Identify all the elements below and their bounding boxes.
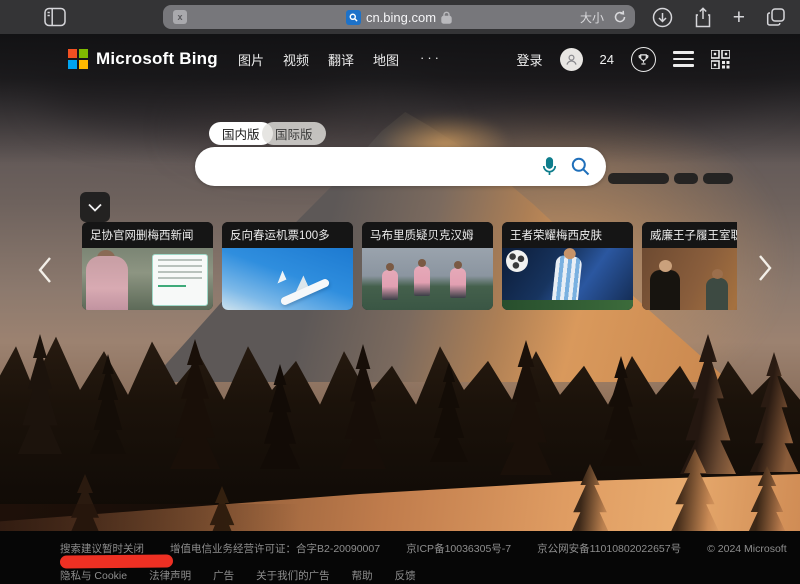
card-title: 威廉王子履王室职责 [642,222,737,248]
screen: x cn.bing.com 大小 [0,0,800,584]
qr-code-icon[interactable] [711,50,730,69]
card-image-royals [642,248,737,310]
nav-videos[interactable]: 视频 [283,50,309,69]
trending-card[interactable]: 足协官网删梅西新闻 [82,222,213,310]
trending-card[interactable]: 威廉王子履王室职责 [642,222,737,310]
microsoft-bing-logo[interactable]: Microsoft Bing [68,49,218,69]
footer-help-link[interactable]: 帮助 [352,568,373,583]
collapse-cards-button[interactable] [80,192,110,222]
collapsed-widget-bar [674,173,698,184]
logo-text: Microsoft Bing [96,49,218,69]
microsoft-logo-icon [68,49,88,69]
rewards-points[interactable]: 24 [600,52,614,67]
font-size-button[interactable]: 大小 [580,9,604,26]
lock-icon [441,11,452,24]
nav-more[interactable]: ··· [420,50,442,65]
footer-police-license[interactable]: 京公网安备11010802022657号 [537,541,681,556]
card-title: 反向春运机票100多 [222,222,353,248]
footer-feedback-link[interactable]: 反馈 [395,568,416,583]
address-bar[interactable]: x cn.bing.com 大小 [163,5,635,29]
share-icon[interactable] [694,7,712,28]
chevron-left-icon [37,256,53,284]
footer: 搜索建议暂时关闭 增值电信业务经营许可证：合字B2-20090007 京ICP备… [0,531,800,584]
trending-card[interactable]: 反向春运机票100多 [222,222,353,310]
card-title: 足协官网删梅西新闻 [82,222,213,248]
footer-telecom-license: 增值电信业务经营许可证：合字B2-20090007 [170,541,380,556]
menu-icon[interactable] [673,51,694,67]
reload-icon[interactable] [613,10,627,24]
carousel-next-button[interactable] [748,246,782,290]
search-box [195,147,606,186]
download-icon[interactable] [652,7,673,28]
card-image-game-skin [502,248,633,310]
bing-favicon [346,10,361,25]
card-image-messi-news [82,248,213,310]
red-marker-annotation [60,554,173,568]
user-avatar-icon[interactable] [560,48,583,71]
footer-legal-link[interactable]: 法律声明 [149,568,191,583]
card-image-airplane [222,248,353,310]
collapsed-widget-bar [608,173,669,184]
search-icon[interactable] [571,157,590,176]
bing-header: Microsoft Bing 图片 视频 翻译 地图 ··· 登录 24 [0,40,800,78]
collapsed-widget-bar [703,173,733,184]
footer-icp-license[interactable]: 京ICP备10036305号-7 [406,541,511,556]
search-input[interactable] [195,158,542,175]
sidebar-toggle-icon[interactable] [44,7,66,27]
trending-card[interactable]: 马布里质疑贝克汉姆 [362,222,493,310]
footer-copyright: © 2024 Microsoft [707,543,787,555]
footer-privacy-link[interactable]: 隐私与 Cookie [60,568,127,583]
carousel-prev-button[interactable] [28,248,62,292]
trending-cards: 足协官网删梅西新闻 反向春运机票100多 马布里质疑贝克汉姆 王者荣耀梅西皮肤 [82,222,737,310]
nav-translate[interactable]: 翻译 [328,50,354,69]
card-title: 王者荣耀梅西皮肤 [502,222,633,248]
mic-icon[interactable] [542,157,557,177]
nav-images[interactable]: 图片 [238,50,264,69]
new-tab-icon[interactable]: + [733,7,745,28]
card-title: 马布里质疑贝克汉姆 [362,222,493,248]
browser-toolbar: x cn.bing.com 大小 [0,0,800,34]
nav-maps[interactable]: 地图 [373,50,399,69]
trending-card[interactable]: 王者荣耀梅西皮肤 [502,222,633,310]
tab-international-edition[interactable]: 国际版 [262,122,326,145]
url-text: cn.bing.com [366,10,436,25]
footer-search-suggest-toggle[interactable]: 搜索建议暂时关闭 [60,541,144,556]
footer-about-ads-link[interactable]: 关于我们的广告 [256,568,330,583]
card-image-pitch-players [362,248,493,310]
footer-ads-link[interactable]: 广告 [213,568,234,583]
sign-in-button[interactable]: 登录 [517,50,543,69]
tabs-icon[interactable] [766,7,786,27]
chevron-right-icon [757,254,773,282]
rewards-icon[interactable] [631,47,656,72]
chevron-down-icon [88,203,102,212]
